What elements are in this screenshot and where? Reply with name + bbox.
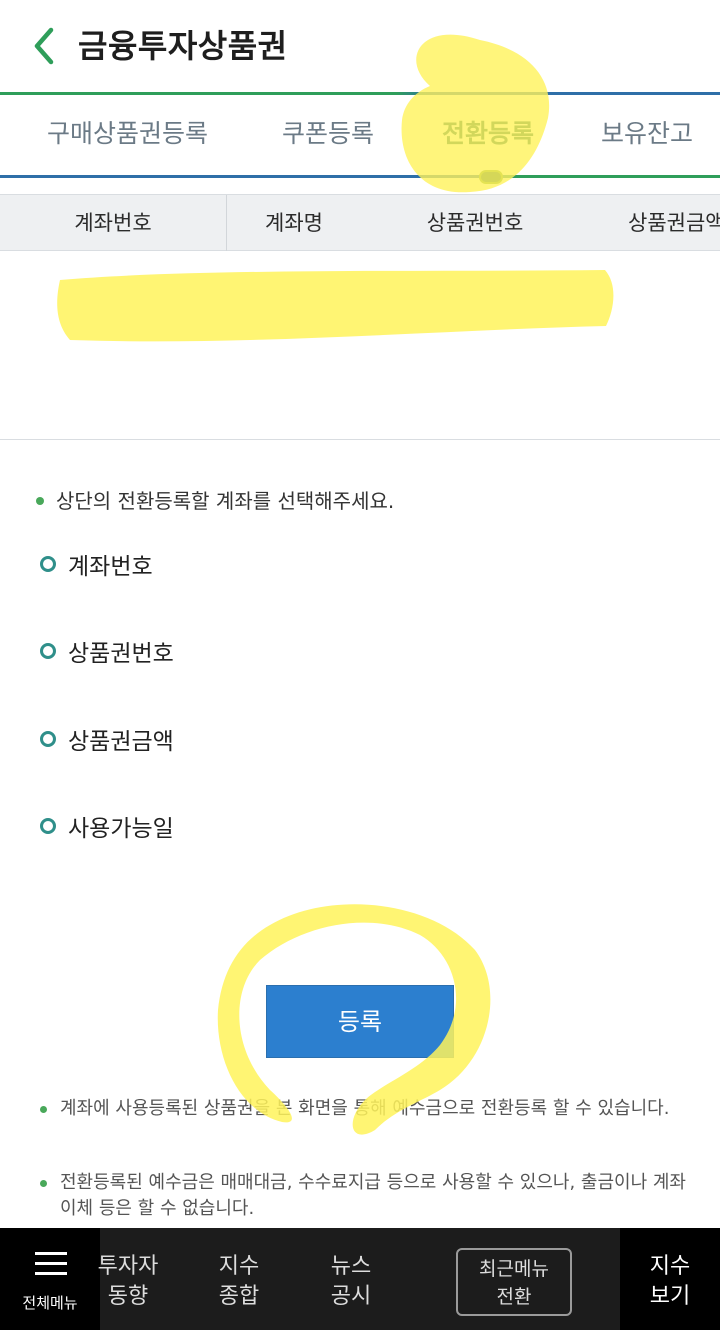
ring-bullet: [40, 818, 56, 834]
nav-news-disclosure[interactable]: 뉴스 공시: [326, 1252, 376, 1312]
recent-menu-switch-button[interactable]: 최근메뉴 전환: [456, 1248, 572, 1316]
nav-label-line1: 지수: [218, 1254, 260, 1279]
field-certificate-amount: 상품권금액: [40, 719, 174, 759]
nav-label-line1: 뉴스: [330, 1254, 372, 1279]
bullet-dot: [36, 497, 44, 505]
recent-label-line1: 최근메뉴: [479, 1258, 549, 1280]
instruction-text: 상단의 전환등록할 계좌를 선택해주세요.: [36, 485, 394, 517]
nav-investor-trend[interactable]: 투자자 동향: [96, 1252, 160, 1312]
nav-index-overview[interactable]: 지수 종합: [214, 1252, 264, 1312]
nav-label-line2: 공시: [330, 1284, 372, 1309]
note-item: 전환등록된 예수금은 매매대금, 수수료지급 등으로 사용할 수 있으나, 출금…: [40, 1170, 690, 1222]
register-button[interactable]: 등록: [266, 985, 454, 1058]
index-view-line1: 지수: [649, 1254, 691, 1279]
field-label: 상품권번호: [68, 641, 174, 667]
ring-bullet: [40, 556, 56, 572]
all-menu-button[interactable]: 전체메뉴: [0, 1228, 100, 1330]
nav-label-line2: 동향: [107, 1284, 149, 1309]
field-label: 계좌번호: [68, 554, 153, 580]
all-menu-label: 전체메뉴: [22, 1294, 78, 1312]
bullet-dot: [40, 1106, 47, 1113]
bottom-nav-bar: 전체메뉴 투자자 동향 지수 종합 뉴스 공시 최근메뉴 전환 지수 보기: [0, 1228, 720, 1330]
nav-label-line1: 투자자: [97, 1254, 159, 1279]
field-label: 상품권금액: [68, 729, 174, 755]
tab-coupon-register[interactable]: 쿠폰등록: [282, 114, 374, 154]
column-certificate-amount: 상품권금액: [628, 211, 720, 235]
bullet-dot: [40, 1180, 47, 1187]
active-tab-indicator: [479, 170, 503, 184]
gift-certificate-screen: 금융투자상품권 구매상품권등록 쿠폰등록 전환등록 보유잔고 계좌번호 계좌명 …: [0, 0, 720, 1330]
note-item: 계좌에 사용등록된 상품권을 본 화면을 통해 예수금으로 전환등록 할 수 있…: [40, 1096, 690, 1122]
hamburger-icon: [35, 1252, 67, 1276]
chevron-left-icon: [34, 27, 54, 65]
index-view-button[interactable]: 지수 보기: [620, 1228, 720, 1330]
tab-purchase-register[interactable]: 구매상품권등록: [47, 114, 208, 154]
back-button[interactable]: [24, 24, 64, 68]
account-list[interactable]: [0, 251, 720, 439]
field-certificate-number: 상품권번호: [40, 631, 174, 671]
tab-holding-balance[interactable]: 보유잔고: [601, 114, 693, 154]
column-account-name: 계좌명: [265, 211, 323, 235]
note-text: 전환등록된 예수금은 매매대금, 수수료지급 등으로 사용할 수 있으나, 출금…: [60, 1172, 686, 1219]
field-label: 사용가능일: [68, 816, 174, 842]
app-header: 금융투자상품권: [0, 0, 720, 92]
tab-conversion-register[interactable]: 전환등록: [442, 114, 534, 154]
ring-bullet: [40, 643, 56, 659]
column-account-number: 계좌번호: [74, 211, 152, 235]
column-certificate-number: 상품권번호: [426, 211, 524, 235]
note-text: 계좌에 사용등록된 상품권을 본 화면을 통해 예수금으로 전환등록 할 수 있…: [60, 1098, 670, 1119]
tab-bar-top-line: [0, 92, 720, 95]
instruction-label: 상단의 전환등록할 계좌를 선택해주세요.: [56, 489, 395, 513]
field-account-number: 계좌번호: [40, 544, 153, 584]
index-view-line2: 보기: [649, 1284, 691, 1309]
recent-label-line2: 전환: [496, 1286, 532, 1308]
tab-bar: 구매상품권등록 쿠폰등록 전환등록 보유잔고: [0, 92, 720, 184]
tab-bar-bottom-line: [0, 175, 720, 178]
table-header: 계좌번호 계좌명 상품권번호 상품권금액: [0, 194, 720, 252]
nav-label-line2: 종합: [218, 1284, 260, 1309]
page-title: 금융투자상품권: [78, 27, 288, 65]
section-divider: [0, 439, 720, 440]
ring-bullet: [40, 731, 56, 747]
field-usable-date: 사용가능일: [40, 806, 174, 846]
